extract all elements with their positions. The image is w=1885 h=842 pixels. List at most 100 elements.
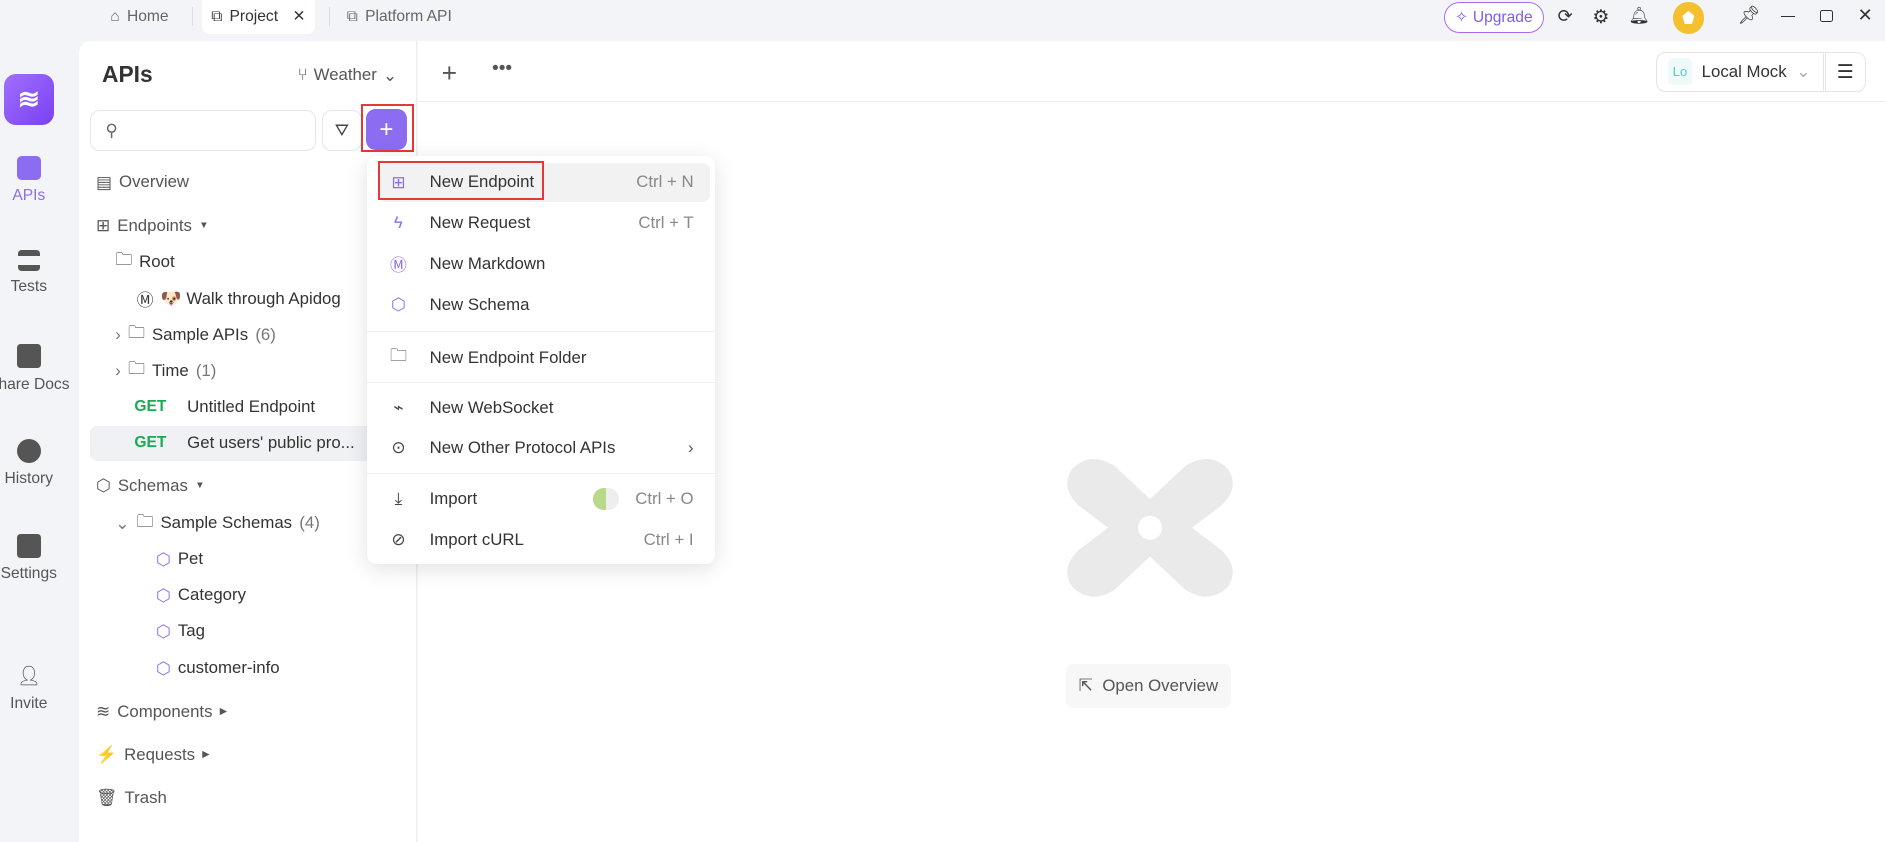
lightning-icon: ϟ	[393, 213, 403, 233]
divider	[192, 7, 194, 27]
sync-icon[interactable]: ⟳	[1558, 6, 1573, 27]
new-item-menu: ⊞ New Endpoint Ctrl + N ϟ New Request Ctrl +…	[367, 156, 716, 564]
home-icon: ⌂	[110, 7, 120, 25]
tree-schema-item[interactable]: ⬡ Tag	[156, 617, 205, 646]
menu-button[interactable]: ☰	[1825, 51, 1866, 92]
env-badge: Lo	[1667, 58, 1693, 86]
filter-icon: ⛛	[334, 120, 349, 140]
markdown-icon: Ⓜ	[389, 255, 407, 275]
new-tab-button[interactable]: +	[442, 58, 457, 89]
folder-icon: 🗀	[136, 511, 154, 531]
tree-endpoint-untitled[interactable]: GET Untitled Endpoint	[134, 392, 315, 421]
history-icon	[16, 439, 41, 464]
chevron-down-icon: ⌄	[1796, 62, 1811, 82]
avatar[interactable]	[1672, 2, 1704, 34]
tree-time[interactable]: › 🗀 Time (1)	[115, 356, 216, 385]
close-icon[interactable]: ✕	[292, 7, 305, 26]
tree-schemas[interactable]: ⬡ Schemas ▼	[96, 472, 205, 501]
branch-selector[interactable]: ⑂ Weather ⌄	[298, 65, 397, 86]
tree-sample-apis[interactable]: › 🗀 Sample APIs (6)	[115, 320, 276, 349]
rail-history[interactable]: History	[0, 439, 58, 488]
open-overview-button[interactable]: ⇱ Open Overview	[1065, 663, 1232, 708]
tree-requests[interactable]: ⚡ Requests ▶	[96, 740, 210, 769]
apidog-watermark-icon	[1066, 459, 1233, 597]
add-button[interactable]: +	[365, 109, 407, 150]
layers-icon: ≋	[95, 702, 111, 722]
chevron-down-icon: ⌄	[115, 513, 130, 533]
sparkle-icon: ✧	[1454, 9, 1469, 27]
tests-icon	[18, 249, 40, 272]
rail-apis[interactable]: APIs	[0, 156, 58, 205]
folder-icon: 🗀	[115, 250, 132, 270]
pin-icon[interactable]: 📌︎	[1738, 5, 1761, 26]
rail-settings[interactable]: Settings	[0, 534, 58, 583]
hamburger-icon: ☰	[1836, 61, 1854, 83]
more-icon[interactable]: •••	[492, 58, 512, 80]
import-sources-icon	[592, 488, 620, 510]
divider	[328, 7, 330, 27]
search-icon: ⚲	[105, 121, 118, 141]
import-icon: ⤓	[394, 489, 403, 509]
tree-overview[interactable]: ▤ Overview	[96, 168, 189, 197]
tree-schema-item[interactable]: ⬡ Category	[156, 581, 246, 610]
tree-walk-through[interactable]: Ⓜ 🐶 Walk through Apidog	[137, 284, 341, 313]
tab-project[interactable]: ⧉ Project ✕	[201, 0, 316, 34]
tree-endpoints[interactable]: ⊞ Endpoints ▼	[96, 211, 209, 240]
menu-new-other-protocol[interactable]: ⊙ New Other Protocol APIs ›	[379, 428, 710, 466]
chevron-right-icon: ›	[688, 437, 694, 457]
highlight-box	[377, 160, 544, 201]
tab-platform-api[interactable]: ⧉ Platform API	[347, 0, 452, 34]
tree-components[interactable]: ≋ Components ▶	[96, 697, 227, 726]
menu-new-websocket[interactable]: ⌁ New WebSocket	[379, 389, 710, 427]
menu-import-curl[interactable]: ⊘ Import cURL Ctrl + I	[379, 521, 710, 559]
menu-new-markdown[interactable]: Ⓜ New Markdown	[379, 245, 710, 283]
environment-selector[interactable]: Lo Local Mock ⌄	[1655, 51, 1824, 92]
minimize-button[interactable]	[1780, 15, 1796, 18]
upgrade-button[interactable]: ✧ Upgrade	[1443, 2, 1544, 34]
external-link-icon: ⧉	[346, 7, 358, 25]
close-window-button[interactable]: ✕	[1858, 5, 1873, 26]
panel-title: APIs	[101, 61, 153, 88]
tree-sample-schemas[interactable]: ⌄ 🗀 Sample Schemas (4)	[115, 509, 320, 538]
divider	[367, 381, 716, 383]
rail-invite[interactable]: 👤︎ Invite	[0, 664, 58, 713]
menu-new-endpoint-folder[interactable]: 🗀 New Endpoint Folder	[379, 338, 710, 376]
open-icon: ⇱	[1078, 676, 1093, 696]
markdown-icon: Ⓜ	[136, 290, 154, 310]
plus-icon: +	[379, 115, 394, 143]
chevron-down-icon: ⌄	[382, 65, 397, 85]
rail-tests[interactable]: Tests	[0, 249, 58, 297]
cube-icon: ⬡	[155, 658, 171, 678]
rail-share-docs[interactable]: Share Docs	[0, 344, 74, 393]
caret-right-icon: ▶	[202, 749, 210, 761]
restore-button[interactable]	[1820, 9, 1834, 23]
tree-schema-item[interactable]: ⬡ Pet	[156, 545, 203, 574]
tree-schema-item[interactable]: ⬡ customer-info	[156, 654, 280, 683]
chevron-right-icon: ›	[115, 324, 121, 344]
tree-endpoint-get-users[interactable]: GET Get users' public pro...	[134, 428, 354, 457]
chevron-right-icon: ›	[115, 360, 121, 380]
menu-import[interactable]: ⤓ Import Ctrl + O	[379, 480, 710, 518]
menu-new-schema[interactable]: ⬡ New Schema	[379, 286, 710, 324]
layout-icon: ▤	[95, 172, 112, 192]
endpoint-icon: ⊞	[95, 216, 111, 236]
filter-button[interactable]: ⛛	[321, 110, 362, 151]
branch-icon: ⑂	[297, 64, 308, 84]
websocket-icon: ⌁	[393, 398, 404, 418]
divider	[367, 472, 716, 474]
import-curl-icon: ⊘	[391, 530, 406, 550]
tree-trash[interactable]: 🗑︎ Trash	[96, 784, 167, 813]
cube-icon: ⬡	[155, 621, 171, 641]
search-field[interactable]	[124, 120, 298, 141]
settings-icon	[16, 534, 41, 558]
tab-home[interactable]: ⌂ Home	[110, 0, 168, 34]
bell-icon[interactable]: 🔔︎	[1628, 6, 1649, 26]
folder-icon: 🗀	[127, 359, 145, 379]
search-input[interactable]: ⚲	[89, 110, 317, 151]
trash-icon: 🗑︎	[95, 787, 118, 807]
tree-root[interactable]: 🗀 Root	[115, 247, 174, 276]
menu-new-request[interactable]: ϟ New Request Ctrl + T	[379, 204, 710, 242]
gear-icon[interactable]: ⚙	[1592, 5, 1609, 29]
cube-icon: ⬡	[155, 585, 171, 605]
cube-icon: ⬡	[95, 476, 111, 496]
